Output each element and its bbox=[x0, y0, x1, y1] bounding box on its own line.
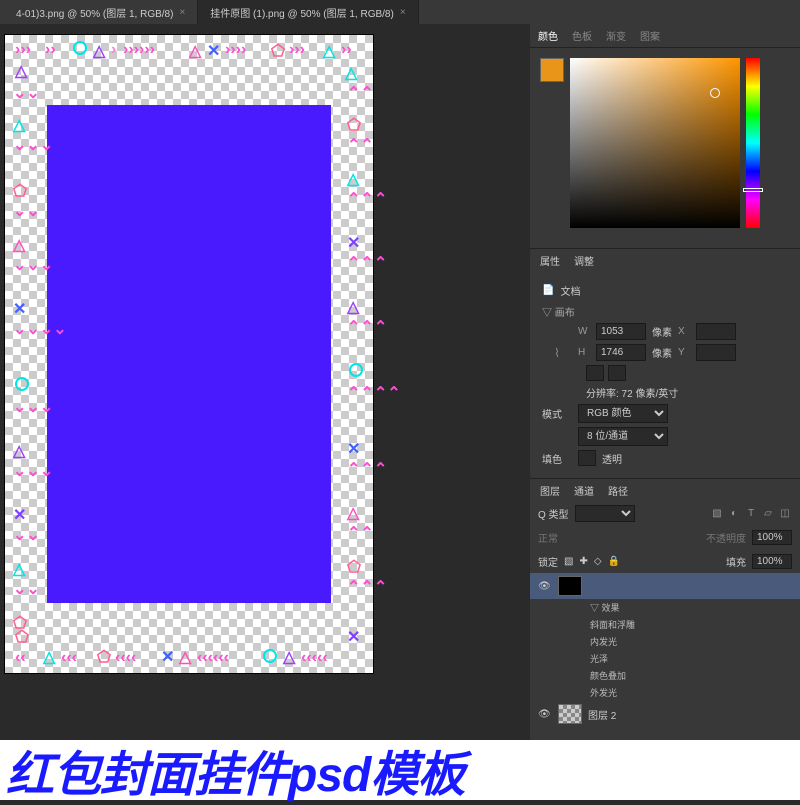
lock-position-icon[interactable]: ✚ bbox=[579, 556, 587, 567]
decorative-frame: ››› ›› △ › ›››››› △ ✕ ›››› ⬠ ››› △ ›› △ … bbox=[11, 41, 367, 667]
width-input[interactable] bbox=[596, 323, 646, 340]
fx-bevel[interactable]: 斜面和浮雕 bbox=[530, 616, 800, 633]
color-mode-select[interactable]: RGB 颜色 bbox=[578, 404, 668, 423]
layers-panel-tabs: 图层 通道 路径 bbox=[530, 479, 800, 501]
lock-all-icon[interactable]: ▧ bbox=[564, 556, 573, 567]
resolution-row: 分辨率: 72 像素/英寸 bbox=[586, 385, 788, 400]
fx-outer-glow[interactable]: 外发光 bbox=[530, 684, 800, 701]
bit-depth-select[interactable]: 8 位/通道 bbox=[578, 427, 668, 446]
lock-icon[interactable]: 🔒 bbox=[608, 556, 620, 567]
tab-channels[interactable]: 通道 bbox=[574, 483, 594, 498]
layer-thumb bbox=[558, 704, 582, 724]
layers-opacity-row: 正常 不透明度 bbox=[530, 525, 800, 549]
document-icon: 📄 bbox=[542, 285, 554, 296]
tab-gradients[interactable]: 渐变 bbox=[606, 28, 626, 43]
link-icon[interactable]: ⌇ bbox=[542, 346, 572, 360]
hue-handle[interactable] bbox=[743, 188, 763, 192]
y-input[interactable] bbox=[696, 344, 736, 361]
canvas-section-title: ▽ 画布 bbox=[542, 304, 788, 319]
fill-row: 填色 透明 bbox=[542, 450, 788, 466]
color-picker bbox=[530, 48, 800, 248]
portrait-icon[interactable] bbox=[586, 365, 604, 381]
tab-patterns[interactable]: 图案 bbox=[640, 28, 660, 43]
properties-body: 📄 文档 ▽ 画布 W 像素 X ⌇ H bbox=[530, 271, 800, 478]
right-panels: 颜色 色板 渐变 图案 属性 调整 📄 文档 bbox=[530, 24, 800, 740]
caption-overlay: 红包封面挂件psd模板 bbox=[0, 740, 800, 800]
filter-type-icon[interactable]: T bbox=[744, 506, 758, 520]
close-icon[interactable]: × bbox=[400, 7, 406, 18]
fx-color-overlay[interactable]: 颜色叠加 bbox=[530, 667, 800, 684]
layer-filter-select[interactable] bbox=[575, 505, 635, 522]
document-type: 📄 文档 bbox=[542, 283, 788, 298]
tab-color[interactable]: 颜色 bbox=[538, 28, 558, 43]
height-input[interactable] bbox=[596, 344, 646, 361]
hue-slider[interactable] bbox=[746, 58, 760, 228]
close-icon[interactable]: × bbox=[179, 7, 185, 18]
workspace: ››› ›› △ › ›››››› △ ✕ ›››› ⬠ ››› △ ›› △ … bbox=[0, 24, 800, 740]
document-tab-1[interactable]: 4-01)3.png @ 50% (图层 1, RGB/8) × bbox=[4, 0, 198, 24]
color-panel-tabs: 颜色 色板 渐变 图案 bbox=[530, 24, 800, 48]
document-tab-2[interactable]: 挂件原图 (1).png @ 50% (图层 1, RGB/8) × bbox=[198, 0, 418, 24]
filter-smart-icon[interactable]: ◫ bbox=[778, 506, 792, 520]
tab-adjustments[interactable]: 调整 bbox=[574, 253, 594, 268]
document-tabs: 4-01)3.png @ 50% (图层 1, RGB/8) × 挂件原图 (1… bbox=[0, 0, 800, 24]
visibility-icon[interactable]: 👁 bbox=[538, 581, 552, 592]
tab-layers[interactable]: 图层 bbox=[540, 483, 560, 498]
canvas[interactable]: ››› ›› △ › ›››››› △ ✕ ›››› ⬠ ››› △ ›› △ … bbox=[4, 34, 374, 674]
landscape-icon[interactable] bbox=[608, 365, 626, 381]
x-input[interactable] bbox=[696, 323, 736, 340]
saturation-lightness-box[interactable] bbox=[570, 58, 740, 228]
tab-label: 4-01)3.png @ 50% (图层 1, RGB/8) bbox=[16, 5, 173, 20]
visibility-icon[interactable]: 👁 bbox=[538, 709, 552, 720]
fx-satin[interactable]: 光泽 bbox=[530, 650, 800, 667]
fx-header[interactable]: ▽ 效果 bbox=[530, 599, 800, 616]
layer-thumb bbox=[558, 576, 582, 596]
foreground-swatch[interactable] bbox=[540, 58, 564, 82]
layer-row-1[interactable]: 👁 bbox=[530, 573, 800, 599]
tab-label: 挂件原图 (1).png @ 50% (图层 1, RGB/8) bbox=[210, 5, 394, 20]
height-row: ⌇ H 像素 Y bbox=[542, 344, 788, 361]
filter-shape-icon[interactable]: ▱ bbox=[761, 506, 775, 520]
fill-input[interactable] bbox=[752, 554, 792, 569]
layer-name: 图层 2 bbox=[588, 707, 616, 722]
depth-row: 8 位/通道 bbox=[542, 427, 788, 446]
filter-icons: ▧ ◐ T ▱ ◫ bbox=[710, 506, 792, 520]
layers-lock-row: 锁定 ▧ ✚ ◇ 🔒 填充 bbox=[530, 549, 800, 573]
orientation-icons bbox=[586, 365, 788, 381]
fx-inner-glow[interactable]: 内发光 bbox=[530, 633, 800, 650]
width-row: W 像素 X bbox=[542, 323, 788, 340]
filter-adjust-icon[interactable]: ◐ bbox=[727, 506, 741, 520]
properties-panel-tabs: 属性 调整 bbox=[530, 249, 800, 271]
layers-panel: 图层 通道 路径 Q 类型 ▧ ◐ T ▱ ◫ 正常 不透明度 bbox=[530, 478, 800, 727]
tab-properties[interactable]: 属性 bbox=[540, 253, 560, 268]
canvas-area: ››› ›› △ › ›››››› △ ✕ ›››› ⬠ ››› △ ›› △ … bbox=[0, 24, 530, 740]
filter-pixel-icon[interactable]: ▧ bbox=[710, 506, 724, 520]
tab-paths[interactable]: 路径 bbox=[608, 483, 628, 498]
mode-row: 模式 RGB 颜色 bbox=[542, 404, 788, 423]
picker-cursor bbox=[710, 88, 720, 98]
lock-pixels-icon[interactable]: ◇ bbox=[594, 556, 602, 567]
layer-row-2[interactable]: 👁 图层 2 bbox=[530, 701, 800, 727]
opacity-input[interactable] bbox=[752, 530, 792, 545]
fill-swatch[interactable] bbox=[578, 450, 596, 466]
properties-panel: 属性 调整 📄 文档 ▽ 画布 W 像素 X bbox=[530, 248, 800, 478]
layers-filter-row: Q 类型 ▧ ◐ T ▱ ◫ bbox=[530, 501, 800, 525]
tab-swatches[interactable]: 色板 bbox=[572, 28, 592, 43]
